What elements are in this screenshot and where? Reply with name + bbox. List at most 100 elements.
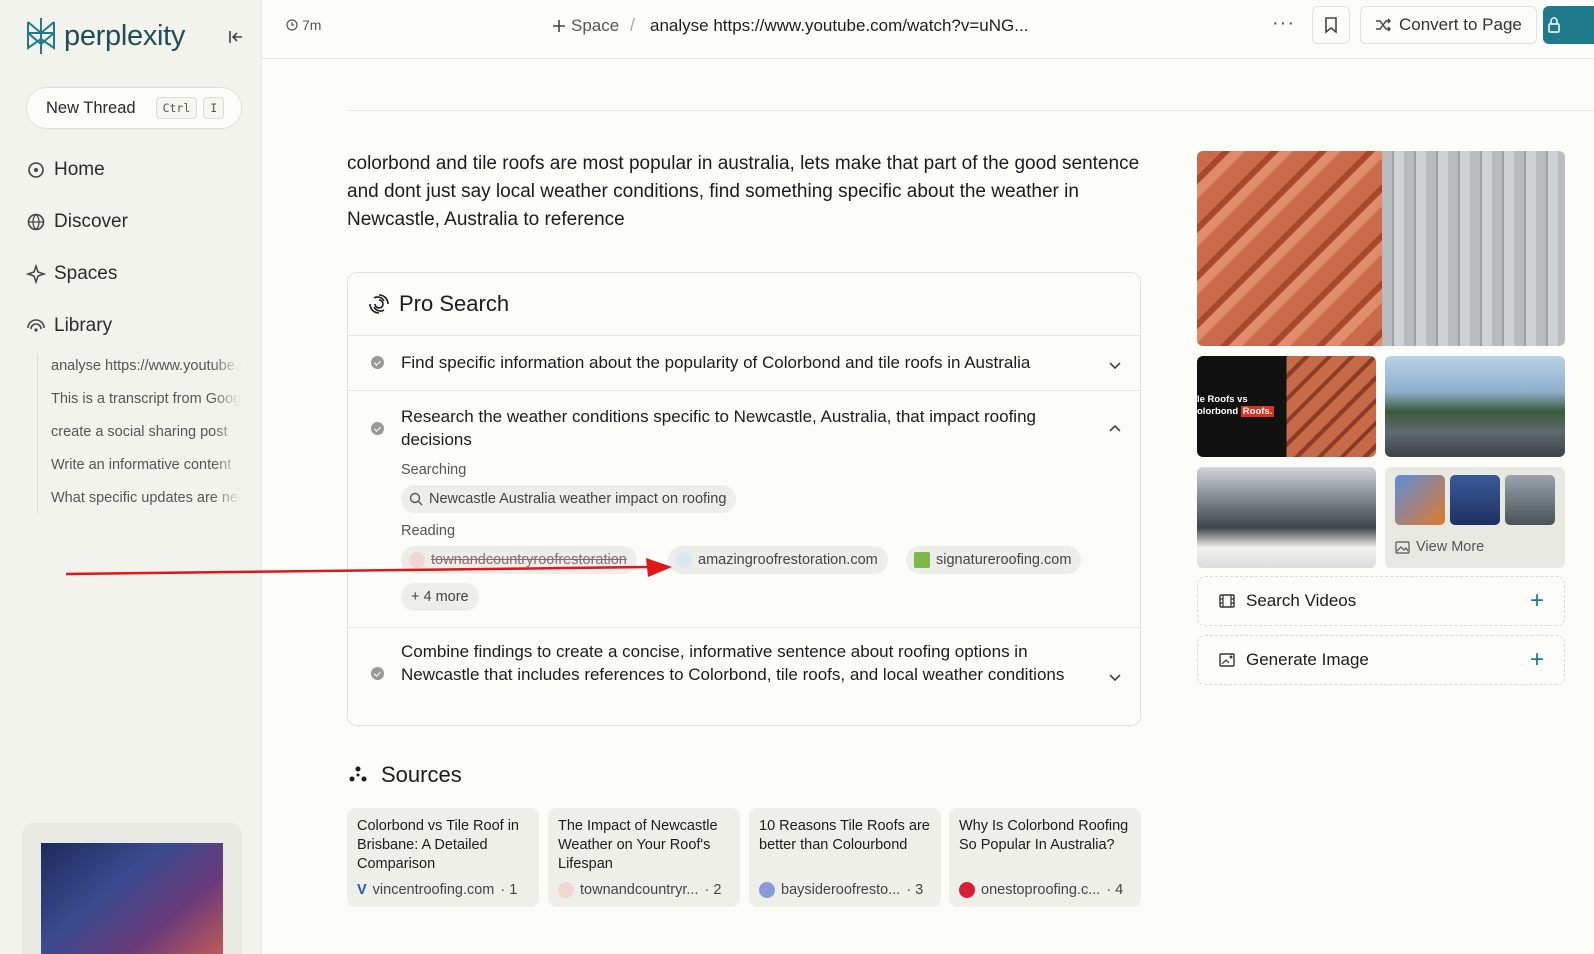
house-roof-image[interactable] [1385,356,1565,457]
source-footer: onestoproofing.c... · 4 [959,882,1123,898]
convert-label: Convert to Page [1399,15,1522,34]
nav-library[interactable]: Library [26,315,112,337]
library-item[interactable]: This is a transcript from Google [51,391,241,407]
nav-home-label: Home [54,159,105,180]
brand-name: perplexity [64,19,186,52]
pro-search-icon [369,294,389,314]
spaces-icon [26,264,46,284]
perplexity-logo-icon [27,18,55,54]
nav-discover[interactable]: Discover [26,211,128,233]
thread-title[interactable]: analyse https://www.youtube.com/watch?v=… [650,16,1028,36]
image-icon [1395,540,1410,554]
step-separator [348,335,1140,336]
shortcut-key-ctrl: Ctrl [155,97,198,119]
site-favicon-icon [759,882,775,898]
new-thread-label: New Thread [46,98,136,117]
library-item[interactable]: Write an informative content [51,457,241,473]
search-query-chip[interactable]: Newcastle Australia weather impact on ro… [401,485,737,513]
collapse-sidebar-icon[interactable] [226,27,246,47]
chevron-down-icon[interactable] [1105,355,1125,375]
library-item[interactable]: create a social sharing post [51,424,241,440]
sources-icon [349,766,367,782]
library-item[interactable]: What specific updates are needed [51,490,241,506]
site-favicon-icon [558,882,574,898]
step-1-text[interactable]: Find specific information about the popu… [401,351,1091,374]
sources-title: Sources [381,762,462,787]
breadcrumb-separator: / [630,15,636,35]
sidebar: perplexity New Thread Ctrl I Home Discov… [0,0,262,954]
promo-card[interactable] [22,823,242,954]
source-index: · 4 [1106,882,1124,898]
grey-roof-house-image[interactable] [1197,467,1376,568]
top-bar: 7m Space / analyse https://www.youtube.c… [262,0,1594,59]
terracotta-tile-roof-image[interactable] [1197,151,1382,346]
bookmark-icon [1325,17,1337,34]
site-favicon-icon [914,552,930,568]
share-button[interactable] [1543,6,1594,44]
search-query-text: Newcastle Australia weather impact on ro… [429,491,727,507]
tile-vs-colorbond-image[interactable]: le Roofs vs olorbond Roofs. [1197,356,1376,457]
reading-source-chip[interactable]: signatureroofing.com [906,546,1082,574]
more-sources-chip[interactable]: + 4 more [401,583,479,611]
reading-source-chip[interactable]: townandcountryroofrestoration [401,546,637,574]
step-check-icon [371,422,384,435]
nav-spaces[interactable]: Spaces [26,263,117,285]
source-card[interactable]: The Impact of Newcastle Weather on Your … [548,808,740,907]
step-2-text[interactable]: Research the weather conditions specific… [401,405,1091,451]
view-more-link[interactable]: View More [1395,539,1484,555]
source-footer: baysideroofresto... · 3 [759,882,923,898]
colorbond-roof-image[interactable] [1382,151,1565,346]
source-card[interactable]: Why Is Colorbond Roofing So Popular In A… [949,808,1141,907]
library-item[interactable]: analyse https://www.youtube.com [51,358,241,374]
more-options-icon[interactable]: ··· [1272,12,1295,35]
search-videos-button[interactable]: Search Videos + [1197,576,1565,626]
image-generate-icon [1219,653,1235,667]
film-icon [1219,594,1235,608]
source-footer: townandcountryr... · 2 [558,882,721,898]
generate-image-label: Generate Image [1246,650,1369,669]
plus-icon: + [1529,587,1544,614]
site-favicon-icon [959,882,975,898]
step-separator [348,390,1140,391]
source-card[interactable]: 10 Reasons Tile Roofs are better than Co… [749,808,941,907]
convert-to-page-button[interactable]: Convert to Page [1360,6,1537,44]
source-index: · 2 [704,882,722,898]
step-check-icon [371,667,384,680]
nav-discover-label: Discover [54,211,128,232]
image-thumbnail [1395,475,1445,525]
generate-image-button[interactable]: Generate Image + [1197,635,1565,685]
search-videos-label: Search Videos [1246,591,1357,610]
search-icon [409,492,423,506]
promo-image [41,843,223,954]
source-index: · 1 [500,882,518,898]
source-card[interactable]: Colorbond vs Tile Roof in Brisbane: A De… [347,808,539,907]
nav-home[interactable]: Home [26,159,105,181]
chevron-down-icon[interactable] [1105,667,1125,687]
globe-icon [27,213,45,231]
source-footer: V vincentroofing.com · 1 [357,882,517,898]
source-site: townandcountryr... [580,882,699,898]
thread-age-text: 7m [302,17,322,33]
reading-site-name: signatureroofing.com [936,552,1072,568]
site-favicon-icon: V [357,882,367,898]
bookmark-button[interactable] [1312,6,1350,44]
step-separator [348,627,1140,628]
chevron-up-icon[interactable] [1105,419,1125,439]
site-favicon-icon [676,552,692,568]
step-check-icon [371,356,384,369]
new-thread-button[interactable]: New Thread Ctrl I [26,87,242,129]
logo[interactable]: perplexity [24,16,185,56]
step-3-text[interactable]: Combine findings to create a concise, in… [401,640,1091,686]
source-title: Why Is Colorbond Roofing So Popular In A… [959,818,1129,853]
source-site: vincentroofing.com [372,882,495,898]
image-thumbnail [1505,475,1555,525]
thread-age: 7m [286,17,321,33]
plus-icon [553,20,565,32]
source-title: The Impact of Newcastle Weather on Your … [558,818,718,872]
source-index: · 3 [906,882,924,898]
content-divider [347,110,1594,111]
reading-source-chip[interactable]: amazingroofrestoration.com [668,546,888,574]
space-button[interactable]: Space [552,16,619,36]
view-more-images[interactable]: View More [1385,467,1565,568]
source-title: 10 Reasons Tile Roofs are better than Co… [759,818,930,853]
